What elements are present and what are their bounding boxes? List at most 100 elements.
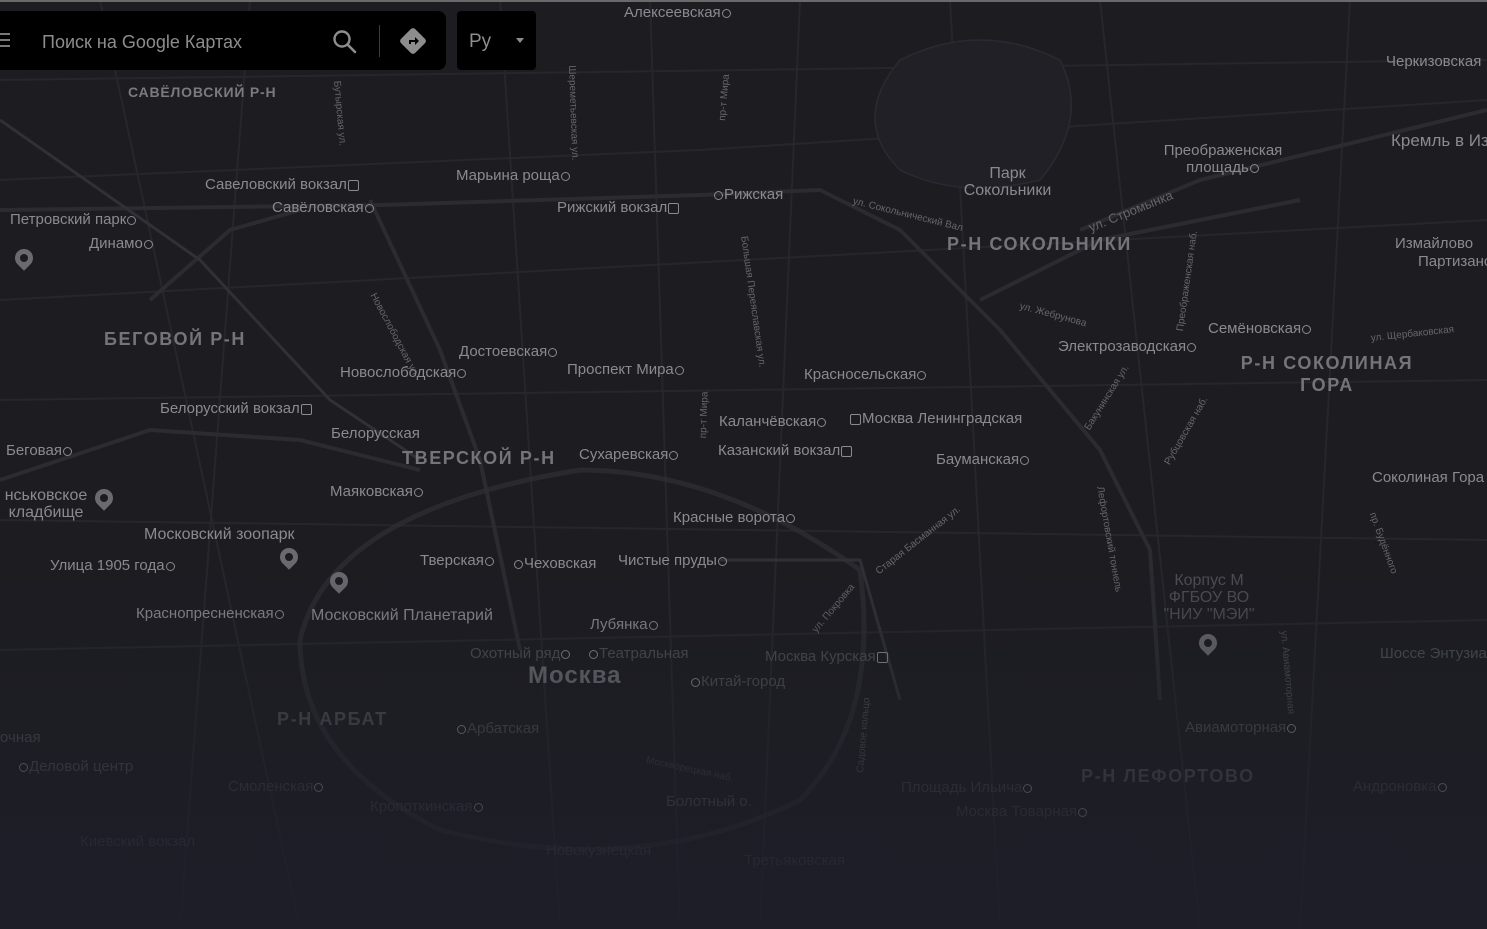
- district-begovoy: БЕГОВОЙ Р-Н: [104, 329, 247, 349]
- directions-button[interactable]: [398, 26, 428, 56]
- station-kievsky-vokzal[interactable]: Киевский вокзал: [80, 833, 195, 850]
- metro-icon: [674, 365, 684, 375]
- station-andronovka[interactable]: Андроновка: [1353, 778, 1448, 795]
- station-chistye-prudy[interactable]: Чистые пруды: [618, 552, 728, 569]
- language-selector[interactable]: Ру: [457, 11, 536, 70]
- station-rizhskaya[interactable]: Рижская: [713, 186, 783, 203]
- station-sokolinaya-gora[interactable]: Соколиная Гора: [1372, 469, 1484, 486]
- station-shosse-entuziastov[interactable]: Шоссе Энтузиастов: [1380, 645, 1487, 662]
- station-preobrazhenskaya[interactable]: Преображенская площадь: [1153, 142, 1293, 176]
- search-panel: [0, 11, 446, 70]
- station-begovaya[interactable]: Беговая: [6, 442, 73, 459]
- street-sheremetyevskaya: Шереметьевская ул.: [566, 65, 581, 161]
- station-semenovskaya[interactable]: Семёновская: [1208, 320, 1312, 337]
- station-chekhovskaya[interactable]: Чеховская: [513, 555, 596, 572]
- metro-icon: [721, 8, 731, 18]
- station-kropotkinskaya[interactable]: Кропоткинская: [370, 798, 484, 815]
- metro-icon: [484, 556, 494, 566]
- station-ploshchad-ilyicha[interactable]: Площадь Ильича: [901, 779, 1033, 796]
- station-nochnaya[interactable]: очная: [0, 729, 41, 746]
- station-petrovsky-park[interactable]: Петровский парк: [10, 211, 137, 228]
- rail-icon: [668, 202, 680, 214]
- station-kalanchevskaya[interactable]: Каланчёвская: [719, 413, 827, 430]
- metro-icon: [1287, 723, 1297, 733]
- station-lubyanka[interactable]: Лубянка: [590, 616, 659, 633]
- station-arbatskaya[interactable]: Арбатская: [456, 720, 539, 737]
- language-label: Ру: [469, 31, 492, 52]
- poi-planetarium[interactable]: Московский Планетарий: [311, 607, 493, 624]
- poi-bolotny[interactable]: Болотный о.: [666, 793, 752, 810]
- metro-icon: [691, 677, 700, 687]
- rail-icon: [300, 403, 312, 415]
- station-moskva-leningradskaya[interactable]: Москва Ленинградская: [849, 410, 1022, 427]
- metro-icon: [165, 561, 175, 571]
- hamburger-icon[interactable]: [0, 33, 10, 49]
- map-canvas[interactable]: САВЁЛОВСКИЙ Р-Н БЕГОВОЙ Р-Н ТВЕРСКОЙ Р-Н…: [0, 0, 1487, 929]
- caret-down-icon: [516, 38, 524, 43]
- poi-korpus-m[interactable]: Корпус М ФГБОУ ВО "НИУ "МЭИ": [1157, 572, 1261, 623]
- station-partizanskaya[interactable]: Партизанская: [1418, 253, 1487, 270]
- metro-icon: [714, 190, 723, 200]
- metro-icon: [143, 239, 153, 249]
- station-prospekt-mira[interactable]: Проспект Мира: [567, 361, 685, 378]
- metro-icon: [589, 649, 598, 659]
- station-moskva-tovarnaya[interactable]: Москва Товарная: [956, 803, 1088, 820]
- station-teatralnaya[interactable]: Театральная: [588, 645, 689, 662]
- station-baumanskaya[interactable]: Бауманская: [936, 451, 1030, 468]
- station-kitay-gorod[interactable]: Китай-город: [690, 673, 785, 690]
- metro-icon: [274, 609, 284, 619]
- rail-icon: [841, 445, 853, 457]
- poi-park-sokolniki[interactable]: Парк Сокольники: [950, 165, 1065, 199]
- poi-kreml-izmaylovo[interactable]: Кремль в Из: [1391, 132, 1487, 149]
- station-krasnopresnenskaya[interactable]: Краснопресненская: [136, 605, 285, 622]
- search-button[interactable]: [330, 27, 360, 55]
- station-krasnoselskaya[interactable]: Красносельская: [804, 366, 927, 383]
- metro-icon: [314, 782, 324, 792]
- top-edge: [0, 0, 1487, 2]
- station-dostoevskaya[interactable]: Достоевская: [459, 343, 558, 360]
- station-delovoy-tsentr[interactable]: Деловой центр: [18, 758, 133, 775]
- station-novokuznetskaya[interactable]: Новокузнецкая: [546, 842, 651, 859]
- district-lefortovo: Р-Н ЛЕФОРТОВО: [1081, 766, 1255, 786]
- metro-icon: [560, 171, 570, 181]
- station-okhotny-ryad[interactable]: Охотный ряд: [470, 645, 571, 662]
- station-marina-roshcha[interactable]: Марьина роща: [456, 167, 571, 184]
- metro-icon: [457, 724, 466, 734]
- poi-zoo[interactable]: Московский зоопарк: [144, 526, 295, 543]
- station-aviamotornaya[interactable]: Авиамоторная: [1185, 719, 1297, 736]
- rail-icon: [347, 179, 359, 191]
- rail-icon: [850, 413, 861, 425]
- station-elektrozavodskaya[interactable]: Электрозаводская: [1058, 338, 1197, 355]
- station-tverskaya[interactable]: Тверская: [420, 552, 495, 569]
- metro-icon: [1437, 782, 1447, 792]
- station-cherkizovskaya[interactable]: Черкизовская: [1386, 53, 1481, 70]
- station-savelovsky-vokzal[interactable]: Савеловский вокзал: [205, 176, 360, 193]
- search-input[interactable]: [40, 29, 314, 55]
- metro-icon: [917, 370, 927, 380]
- station-ulitsa-1905[interactable]: Улица 1905 года: [50, 557, 176, 574]
- station-mayakovskaya[interactable]: Маяковская: [330, 483, 424, 500]
- metro-icon: [561, 649, 571, 659]
- station-smolenskaya[interactable]: Смоленская: [228, 778, 324, 795]
- station-kazansky-vokzal[interactable]: Казанский вокзал: [718, 442, 853, 459]
- station-belorussky-vokzal[interactable]: Белорусский вокзал: [160, 400, 313, 417]
- district-savelovsky: САВЁЛОВСКИЙ Р-Н: [128, 84, 277, 100]
- district-sokolniki: Р-Н СОКОЛЬНИКИ: [947, 234, 1132, 254]
- district-sokolinaya-gora: Р-Н СОКОЛИНАЯ ГОРА: [1240, 353, 1414, 395]
- poi-vagankovskoe[interactable]: нськовское кладбище: [0, 487, 92, 521]
- metro-icon: [1187, 342, 1197, 352]
- station-dinamo[interactable]: Динамо: [89, 235, 154, 252]
- metro-icon: [1249, 163, 1259, 173]
- metro-icon: [473, 802, 483, 812]
- station-alekseevskaya[interactable]: Алексеевская: [624, 4, 732, 21]
- station-moskva-kurskaya[interactable]: Москва Курская: [765, 648, 889, 665]
- metro-icon: [19, 762, 28, 772]
- station-izmaylovo[interactable]: Измайлово: [1395, 235, 1473, 252]
- station-belorusskaya[interactable]: Белорусская: [331, 425, 420, 442]
- station-krasnye-vorota[interactable]: Красные ворота: [673, 509, 796, 526]
- station-savelovskaya[interactable]: Савёловская: [272, 199, 375, 216]
- station-tretyakovskaya[interactable]: Третьяковская: [744, 852, 845, 869]
- station-rizhsky-vokzal[interactable]: Рижский вокзал: [557, 199, 680, 216]
- metro-icon: [648, 620, 658, 630]
- station-sukharevskaya[interactable]: Сухаревская: [579, 446, 679, 463]
